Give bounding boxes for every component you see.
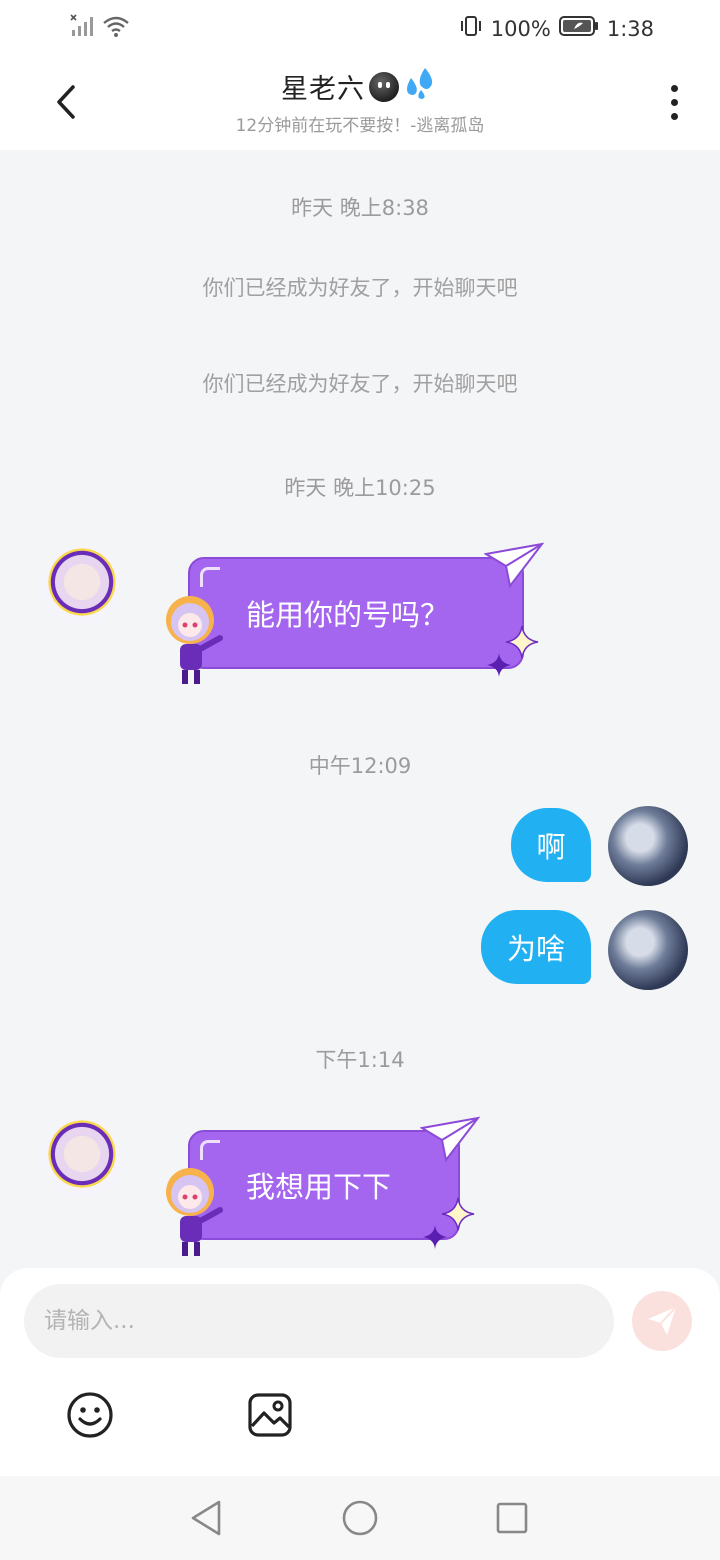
outgoing-message-bubble[interactable]: 为啥 — [481, 910, 591, 984]
dark-face-emoji — [369, 71, 399, 102]
chevron-left-icon — [57, 85, 75, 119]
status-left — [70, 14, 130, 42]
timestamp: 昨天 晚上10:25 — [284, 476, 436, 500]
contact-avatar[interactable] — [42, 546, 122, 626]
circle-home-icon — [342, 1500, 378, 1536]
message-input[interactable] — [24, 1284, 614, 1358]
more-vertical-icon — [670, 84, 678, 92]
image-button[interactable] — [245, 1390, 295, 1440]
page-title: 星老六 — [281, 66, 439, 107]
sparkle-icon — [487, 653, 511, 677]
chat-header: 星老六 12分钟前在玩不要按！-逃离孤岛 — [0, 56, 720, 150]
square-recent-icon — [496, 1502, 528, 1534]
timestamp: 中午12:09 — [308, 754, 412, 778]
system-message: 你们已经成为好友了，开始聊天吧 — [202, 372, 518, 396]
signal-icon — [70, 14, 96, 42]
emoji-button[interactable] — [65, 1390, 115, 1440]
nav-recent-button[interactable] — [492, 1498, 532, 1538]
timestamp: 下午1:14 — [315, 1048, 405, 1072]
send-button[interactable] — [632, 1291, 692, 1351]
paper-plane-icon — [648, 1306, 677, 1335]
chibi-character-decoration — [166, 596, 223, 684]
image-icon — [248, 1393, 292, 1437]
system-navigation-bar — [0, 1476, 720, 1560]
message-text: 我想用下下 — [246, 1170, 392, 1204]
triangle-back-icon — [191, 1500, 221, 1536]
my-avatar[interactable] — [608, 806, 688, 886]
system-message: 你们已经成为好友了，开始聊天吧 — [202, 276, 518, 300]
title-block: 星老六 12分钟前在玩不要按！-逃离孤岛 — [160, 66, 560, 136]
status-bar: 100% 1:38 — [0, 0, 720, 56]
contact-status: 12分钟前在玩不要按！-逃离孤岛 — [235, 116, 485, 136]
paper-plane-decoration-icon — [420, 1116, 480, 1162]
my-avatar[interactable] — [608, 910, 688, 990]
contact-name: 星老六 — [281, 74, 365, 105]
battery-percent: 100% — [490, 16, 551, 41]
input-panel — [0, 1268, 720, 1476]
nav-back-button[interactable] — [186, 1498, 226, 1538]
paper-plane-decoration-icon — [484, 542, 544, 588]
outgoing-message-bubble[interactable]: 啊 — [511, 808, 591, 882]
battery-icon — [558, 15, 599, 42]
message-text: 为啥 — [506, 932, 565, 966]
clock: 1:38 — [606, 16, 654, 41]
sweat-drops-emoji — [403, 66, 439, 107]
chibi-character-decoration — [166, 1168, 223, 1256]
timestamp: 昨天 晚上8:38 — [291, 196, 429, 220]
incoming-message-bubble[interactable]: 能用你的号吗？ — [188, 557, 524, 669]
back-button[interactable] — [44, 78, 88, 126]
smiley-icon — [67, 1392, 113, 1438]
vibrate-icon — [459, 14, 483, 43]
message-text: 能用你的号吗？ — [246, 598, 450, 632]
message-list[interactable]: 昨天 晚上8:38 你们已经成为好友了，开始聊天吧 你们已经成为好友了，开始聊天… — [0, 150, 720, 1270]
wifi-icon — [102, 14, 130, 42]
more-options-button[interactable] — [658, 80, 690, 124]
message-text: 啊 — [536, 830, 566, 864]
sparkle-icon — [423, 1225, 447, 1249]
contact-avatar[interactable] — [42, 1118, 122, 1198]
nav-home-button[interactable] — [340, 1498, 380, 1538]
status-right: 100% 1:38 — [459, 14, 654, 43]
